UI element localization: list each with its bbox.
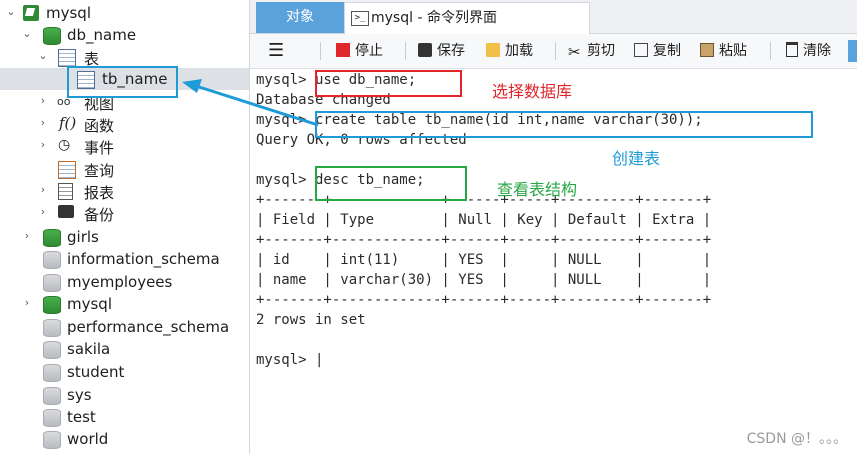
annotation-select-db: 选择数据库: [492, 82, 573, 101]
arrow-overlay: [182, 79, 319, 127]
annotation-view-structure: 查看表结构: [497, 180, 578, 199]
arrow-line: [195, 84, 319, 127]
watermark: CSDN @！。。。: [746, 431, 847, 447]
annotation-create-table: 创建表: [612, 149, 661, 168]
arrow-head-icon: [182, 79, 202, 93]
